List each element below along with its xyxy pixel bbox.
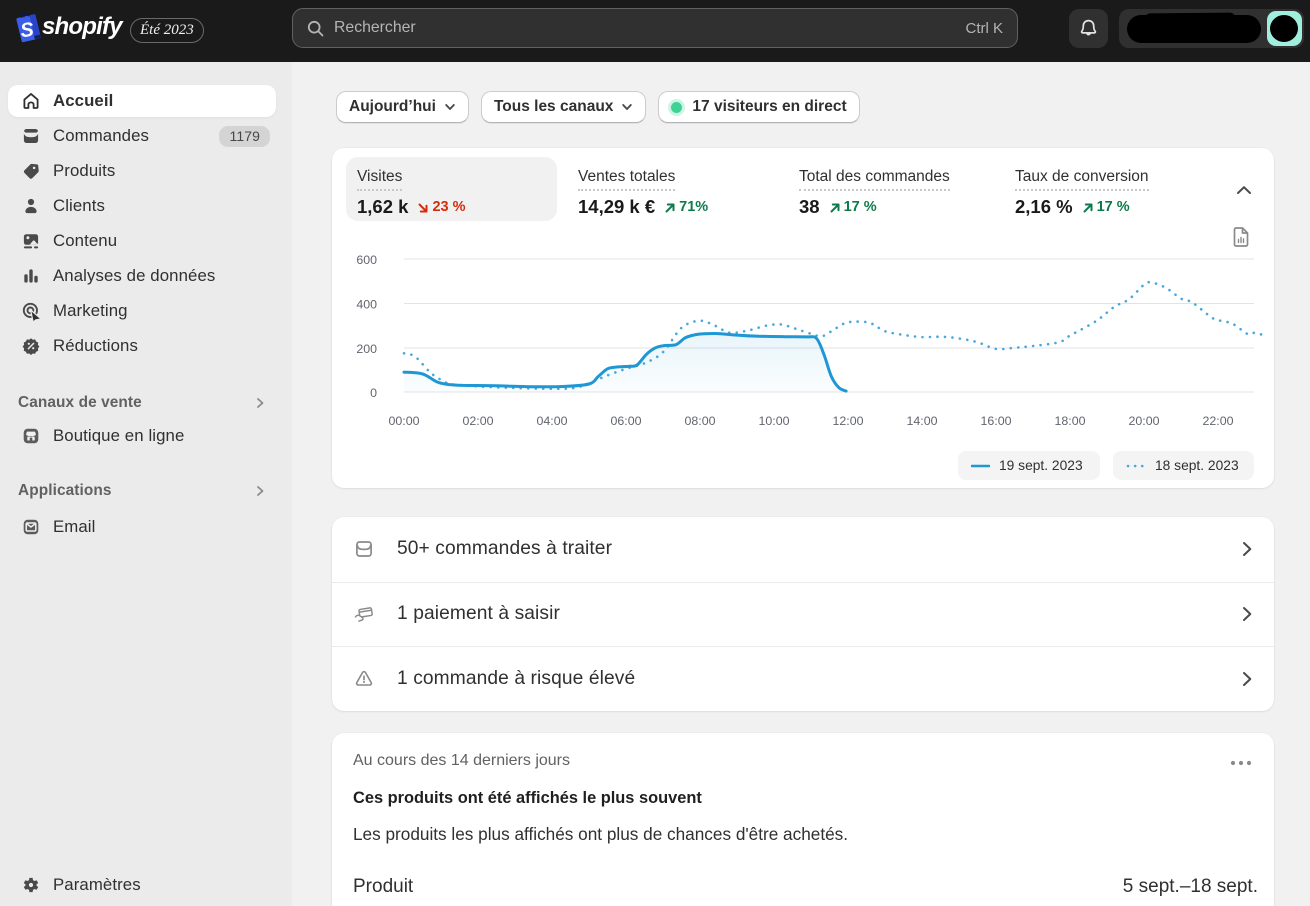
svg-text:10:00: 10:00 — [758, 414, 789, 428]
svg-text:16:00: 16:00 — [980, 414, 1011, 428]
svg-text:0: 0 — [370, 386, 377, 400]
svg-text:12:00: 12:00 — [832, 414, 863, 428]
svg-text:20:00: 20:00 — [1128, 414, 1159, 428]
svg-text:600: 600 — [356, 253, 377, 267]
svg-text:04:00: 04:00 — [536, 414, 567, 428]
svg-text:02:00: 02:00 — [462, 414, 493, 428]
svg-text:08:00: 08:00 — [684, 414, 715, 428]
svg-text:06:00: 06:00 — [610, 414, 641, 428]
svg-text:00:00: 00:00 — [388, 414, 419, 428]
svg-text:18:00: 18:00 — [1054, 414, 1085, 428]
svg-text:22:00: 22:00 — [1202, 414, 1233, 428]
svg-text:200: 200 — [356, 342, 377, 356]
svg-text:400: 400 — [356, 298, 377, 312]
svg-text:14:00: 14:00 — [906, 414, 937, 428]
